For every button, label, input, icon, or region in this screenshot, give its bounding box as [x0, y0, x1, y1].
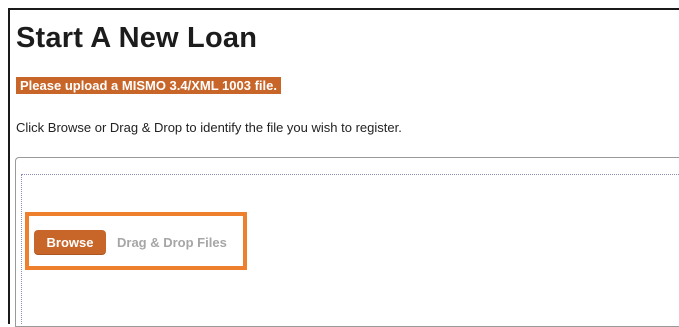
page-title: Start A New Loan [16, 22, 258, 54]
instructions-text: Click Browse or Drag & Drop to identify … [16, 120, 402, 135]
drag-drop-files-label: Drag & Drop Files [117, 235, 227, 250]
browse-button[interactable]: Browse [34, 230, 106, 255]
upload-controls-highlight: Browse Drag & Drop Files [25, 212, 247, 270]
upload-notice-banner: Please upload a MISMO 3.4/XML 1003 file. [16, 77, 281, 94]
